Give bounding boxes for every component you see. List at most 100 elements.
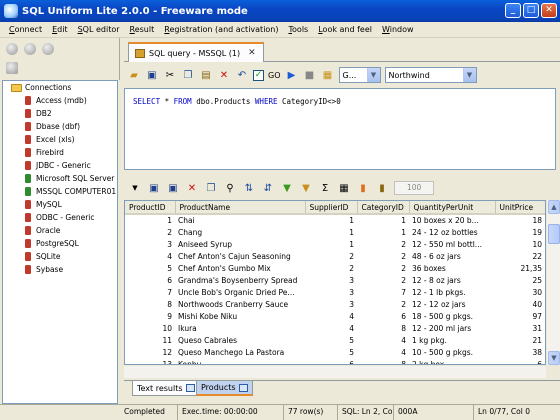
tree-root-connections[interactable]: Connections bbox=[3, 81, 117, 94]
import-icon[interactable]: ▮ bbox=[375, 181, 389, 195]
table-cell[interactable]: 2 kg box bbox=[409, 358, 495, 365]
table-cell[interactable]: 1 bbox=[305, 226, 357, 238]
menu-connect[interactable]: Connect bbox=[4, 25, 47, 34]
table-cell[interactable]: 2 bbox=[357, 250, 409, 262]
table-row[interactable]: 13 Konbu 6 8 2 kg box 6 bbox=[125, 358, 545, 365]
database-combo[interactable]: Northwind ▼ bbox=[384, 67, 477, 83]
table-cell[interactable]: 1 bbox=[357, 214, 409, 226]
table-cell[interactable]: Aniseed Syrup bbox=[175, 238, 305, 250]
table-cell[interactable]: 12 - 12 oz jars bbox=[409, 298, 495, 310]
table-cell[interactable]: 25 bbox=[495, 274, 545, 286]
scroll-down-icon[interactable]: ▼ bbox=[548, 351, 560, 365]
table-cell[interactable]: 21,35 bbox=[495, 262, 545, 274]
tree-item-connection[interactable]: Firebird bbox=[3, 146, 117, 159]
table-cell[interactable]: 9 bbox=[125, 310, 175, 322]
table-cell[interactable]: Northwoods Cranberry Sauce bbox=[175, 298, 305, 310]
sum-icon[interactable]: Σ bbox=[318, 181, 332, 195]
column-header[interactable]: CategoryID bbox=[357, 201, 410, 215]
table-cell[interactable]: 10 boxes x 20 b... bbox=[409, 214, 495, 226]
table-cell[interactable]: 3 bbox=[125, 238, 175, 250]
table-cell[interactable]: 7 bbox=[357, 286, 409, 298]
tab-sql-query[interactable]: SQL query - MSSQL (1) ✕ bbox=[128, 42, 264, 62]
minimize-button[interactable]: _ bbox=[505, 3, 521, 18]
table-cell[interactable]: 8 bbox=[357, 322, 409, 334]
table-cell[interactable]: 31 bbox=[495, 322, 545, 334]
tree-item-connection[interactable]: Access (mdb) bbox=[3, 94, 117, 107]
save-as-icon[interactable]: ▣ bbox=[166, 181, 180, 195]
table-cell[interactable]: 48 - 6 oz jars bbox=[409, 250, 495, 262]
table-cell[interactable]: 8 bbox=[125, 298, 175, 310]
scroll-up-icon[interactable]: ▲ bbox=[548, 200, 560, 214]
table-cell[interactable]: 4 bbox=[357, 346, 409, 358]
table-cell[interactable]: Konbu bbox=[175, 358, 305, 365]
table-cell[interactable]: 40 bbox=[495, 298, 545, 310]
dropdown-arrow-icon[interactable]: ▼ bbox=[128, 181, 142, 195]
tree-item-connection[interactable]: MSSQL COMPUTER01 bbox=[3, 185, 117, 198]
disconnect-icon[interactable] bbox=[24, 43, 36, 55]
column-header[interactable]: ProductName bbox=[175, 201, 306, 215]
table-row[interactable]: 12 Queso Manchego La Pastora 5 4 10 - 500 g … bbox=[125, 346, 545, 358]
table-cell[interactable]: 10 bbox=[125, 322, 175, 334]
table-cell[interactable]: 1 bbox=[305, 238, 357, 250]
connect-icon[interactable] bbox=[6, 43, 18, 55]
table-cell[interactable]: 5 bbox=[305, 334, 357, 346]
table-cell[interactable]: 12 - 550 ml bottl... bbox=[409, 238, 495, 250]
find-icon[interactable]: ⚲ bbox=[223, 181, 237, 195]
stop-icon[interactable]: ■ bbox=[303, 68, 317, 82]
save-result-icon[interactable]: ▣ bbox=[147, 181, 161, 195]
grid-vertical-scrollbar[interactable]: ▲ ▼ bbox=[546, 200, 560, 365]
table-cell[interactable]: 1 kg pkg. bbox=[409, 334, 495, 346]
table-row[interactable]: 9 Mishi Kobe Niku 4 6 18 - 500 g pkgs. 97 bbox=[125, 310, 545, 322]
open-file-icon[interactable]: ▰ bbox=[127, 68, 141, 82]
table-row[interactable]: 7 Uncle Bob's Organic Dried Pe... 3 7 12 - 1… bbox=[125, 286, 545, 298]
refresh-connection-icon[interactable] bbox=[42, 43, 54, 55]
table-cell[interactable]: Mishi Kobe Niku bbox=[175, 310, 305, 322]
table-cell[interactable]: 97 bbox=[495, 310, 545, 322]
scroll-thumb[interactable] bbox=[548, 224, 560, 244]
table-cell[interactable]: 12 - 8 oz jars bbox=[409, 274, 495, 286]
grid-options-icon[interactable]: ▦ bbox=[337, 181, 351, 195]
table-cell[interactable]: 2 bbox=[305, 262, 357, 274]
table-cell[interactable]: Queso Manchego La Pastora bbox=[175, 346, 305, 358]
column-header[interactable]: ProductID bbox=[125, 201, 176, 215]
table-cell[interactable]: Uncle Bob's Organic Dried Pe... bbox=[175, 286, 305, 298]
tree-item-connection[interactable]: Excel (xls) bbox=[3, 133, 117, 146]
statement-combo[interactable]: G... ▼ bbox=[338, 67, 381, 83]
table-cell[interactable]: 2 bbox=[357, 274, 409, 286]
table-cell[interactable]: 2 bbox=[125, 226, 175, 238]
column-header[interactable]: UnitPrice bbox=[495, 201, 545, 215]
close-button[interactable]: ✕ bbox=[541, 3, 557, 18]
copy-icon[interactable]: ❐ bbox=[181, 68, 195, 82]
table-cell[interactable]: 19 bbox=[495, 226, 545, 238]
tree-item-connection[interactable]: Dbase (dbf) bbox=[3, 120, 117, 133]
table-cell[interactable]: 12 - 200 ml jars bbox=[409, 322, 495, 334]
table-cell[interactable]: 5 bbox=[125, 262, 175, 274]
table-cell[interactable]: 4 bbox=[305, 310, 357, 322]
table-cell[interactable]: 2 bbox=[305, 250, 357, 262]
table-row[interactable]: 3 Aniseed Syrup 1 2 12 - 550 ml bottl... 10 bbox=[125, 238, 545, 250]
tree-item-connection[interactable]: SQLite bbox=[3, 250, 117, 263]
filter-icon[interactable]: ▼ bbox=[280, 181, 294, 195]
delete-icon[interactable]: ✕ bbox=[185, 181, 199, 195]
menu-sql-editor[interactable]: SQL editor bbox=[73, 25, 125, 34]
execute-icon[interactable]: ▶ bbox=[285, 68, 299, 82]
explain-icon[interactable]: ▦ bbox=[321, 68, 335, 82]
table-row[interactable]: 1 Chai 1 1 10 boxes x 20 b... 18 bbox=[125, 214, 545, 226]
table-cell[interactable]: Chai bbox=[175, 214, 305, 226]
table-cell[interactable]: 18 bbox=[495, 214, 545, 226]
table-cell[interactable]: 4 bbox=[305, 322, 357, 334]
menu-look-and-feel[interactable]: Look and feel bbox=[313, 25, 377, 34]
table-cell[interactable]: 8 bbox=[357, 358, 409, 365]
tree-item-connection[interactable]: ODBC - Generic bbox=[3, 211, 117, 224]
close-tab-icon[interactable]: ✕ bbox=[248, 48, 256, 58]
filter-clear-icon[interactable]: ▼ bbox=[299, 181, 313, 195]
table-cell[interactable]: 1 bbox=[125, 214, 175, 226]
table-cell[interactable]: 6 bbox=[495, 358, 545, 365]
tree-item-connection[interactable]: DB2 bbox=[3, 107, 117, 120]
table-row[interactable]: 4 Chef Anton's Cajun Seasoning 2 2 48 - 6 oz… bbox=[125, 250, 545, 262]
table-cell[interactable]: 6 bbox=[125, 274, 175, 286]
table-cell[interactable]: 2 bbox=[357, 238, 409, 250]
table-cell[interactable]: Queso Cabrales bbox=[175, 334, 305, 346]
tree-item-connection[interactable]: MySQL bbox=[3, 198, 117, 211]
table-row[interactable]: 8 Northwoods Cranberry Sauce 3 2 12 - 12 oz … bbox=[125, 298, 545, 310]
